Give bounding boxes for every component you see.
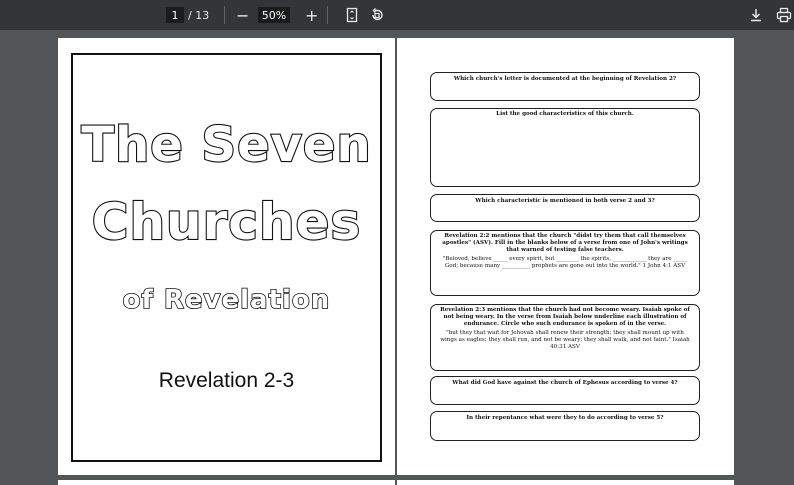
question-box: Revelation 2:2 mentions that the church …: [430, 230, 700, 296]
question-box: Which church's letter is documented at t…: [430, 72, 700, 101]
cover-frame: The Seven Churches of Revelation Revelat…: [71, 53, 382, 462]
zoom-in-button[interactable]: +: [305, 0, 318, 30]
question-text: Revelation 2:3 mentions that the church …: [440, 307, 690, 327]
toolbar-divider: [224, 6, 225, 24]
question-text: Which church's letter is documented at t…: [453, 76, 677, 82]
question-text: Revelation 2:2 mentions that the church …: [442, 233, 688, 253]
download-icon[interactable]: [748, 7, 764, 23]
verse-text: "Beloved, believe _____ every spirit, bu…: [442, 256, 688, 269]
cover-subtitle: Revelation 2-3: [158, 369, 295, 392]
fit-page-icon[interactable]: [344, 7, 360, 23]
question-box: What did God have against the church of …: [430, 376, 700, 405]
question-box: Which characteristic is mentioned in bot…: [430, 194, 700, 222]
pdf-toolbar: 1 / 13 − 50% +: [0, 0, 794, 30]
question-text: What did God have against the church of …: [452, 380, 678, 386]
cover-title-line1: The Seven: [80, 116, 372, 174]
page-number-input[interactable]: 1: [166, 7, 184, 23]
question-box: Revelation 2:3 mentions that the church …: [430, 304, 700, 371]
pdf-page-next: [58, 480, 395, 485]
question-text: In their repentance what were they to do…: [466, 415, 664, 421]
cover-title-line2: Churches: [91, 192, 362, 252]
question-box: In their repentance what were they to do…: [430, 411, 700, 441]
question-text: List the good characteristics of this ch…: [496, 111, 634, 117]
zoom-input[interactable]: 50%: [258, 7, 290, 23]
pdf-page-worksheet: Which church's letter is documented at t…: [397, 38, 734, 475]
page-total-label: / 13: [188, 8, 210, 22]
print-icon[interactable]: [776, 7, 792, 23]
zoom-out-button[interactable]: −: [236, 0, 249, 30]
verse-text: "but they that wait for Jehovah shall re…: [440, 330, 690, 350]
pdf-page-cover: The Seven Churches of Revelation Revelat…: [58, 38, 395, 475]
pdf-page-next: [397, 480, 734, 485]
toolbar-divider: [327, 6, 328, 24]
question-text: Which characteristic is mentioned in bot…: [475, 198, 655, 204]
cover-title-line3: of Revelation: [122, 284, 331, 316]
question-box: List the good characteristics of this ch…: [430, 108, 700, 187]
rotate-icon[interactable]: [369, 7, 385, 23]
